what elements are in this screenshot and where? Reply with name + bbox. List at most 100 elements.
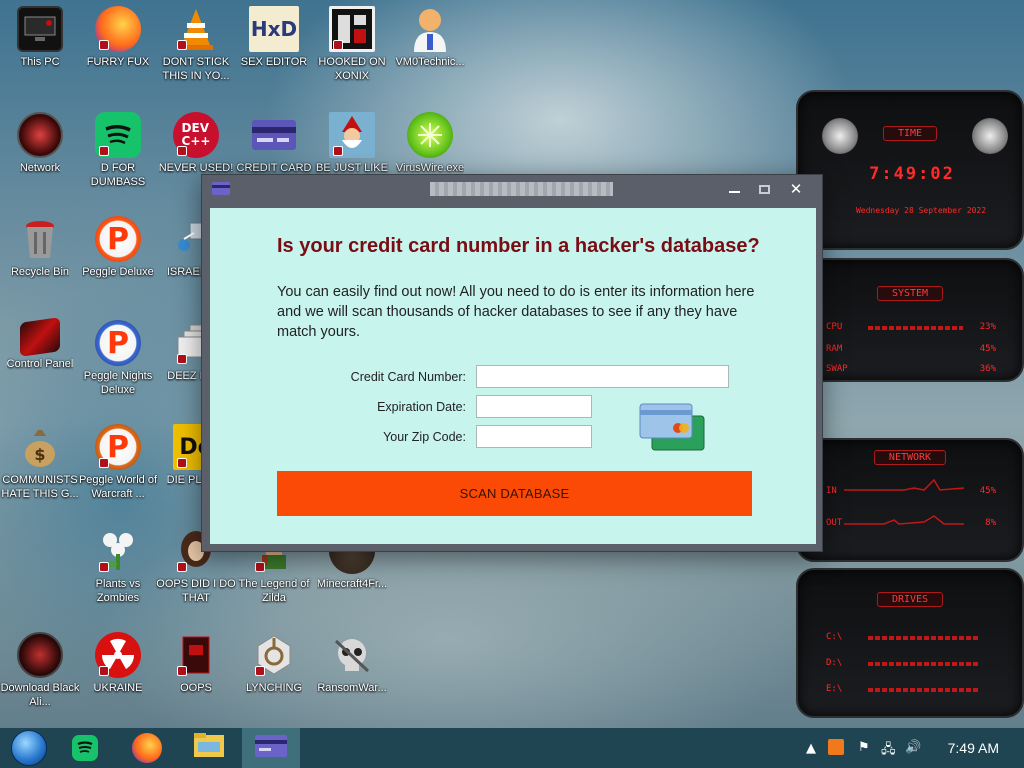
desktop-icon-label: LYNCHING — [245, 682, 303, 694]
close-button[interactable]: ✕ — [782, 179, 810, 199]
alien-orb-dark-icon — [17, 632, 63, 678]
desktop-icon-label: FURRY FUX — [86, 56, 150, 68]
hxd-icon: HxD — [249, 6, 299, 52]
network-icon[interactable]: 🖧 — [881, 740, 896, 762]
app-tray-icon[interactable] — [828, 739, 844, 755]
scan-database-button[interactable]: SCAN DATABASE — [277, 471, 752, 516]
credit-card-icon — [255, 735, 287, 761]
desktop-icon-label: This PC — [20, 56, 60, 68]
minimize-icon — [728, 191, 740, 193]
money-bag-icon: $ — [17, 424, 63, 470]
expiration-date-input[interactable] — [476, 395, 592, 418]
credit-cards-image — [638, 402, 706, 456]
dialog-content: Is your credit card number in a hacker's… — [210, 208, 816, 544]
drive-d-bar — [868, 662, 978, 666]
desktop-icon-ransomware[interactable]: RansomWar... — [312, 632, 392, 695]
alien-orb-icon — [17, 112, 63, 158]
drives-tag: DRIVES — [876, 592, 944, 607]
peggle-nights-icon: P — [95, 320, 141, 366]
desktop-icon-label: RansomWar... — [317, 682, 387, 694]
desktop-icon-oops[interactable]: OOPS — [156, 632, 236, 695]
taskbar-credit-card-checker[interactable] — [242, 728, 300, 768]
desktop-icon-lynching[interactable]: LYNCHING — [234, 632, 314, 695]
minimize-button[interactable] — [720, 179, 748, 199]
alien-left-icon — [822, 118, 858, 154]
desktop-icon-communists[interactable]: $ COMMUNISTS HATE THIS G... — [0, 424, 80, 501]
desktop-icon-label: Recycle Bin — [10, 266, 70, 278]
gnome-icon — [329, 112, 375, 158]
swap-label: SWAP — [826, 364, 848, 374]
taskbar-clock[interactable]: 7:49 AM — [948, 740, 999, 756]
skull-icon — [329, 632, 375, 678]
flag-icon[interactable]: ⚑ — [858, 740, 870, 755]
zip-code-input[interactable] — [476, 425, 592, 448]
drive-e-bar — [868, 688, 978, 692]
spotify-icon — [72, 735, 98, 761]
desktop-icon-label: Network — [19, 162, 61, 174]
net-in-value: 45% — [979, 486, 996, 496]
net-in-label: IN — [826, 486, 837, 496]
desktop-icon-label: NEVER USED! — [158, 162, 234, 174]
card-number-label: Credit Card Number: — [350, 370, 466, 384]
credit-card-icon — [212, 180, 230, 199]
spotify-icon — [95, 112, 141, 158]
desktop-icon-peggle-nights[interactable]: P Peggle Nights Deluxe — [78, 320, 158, 397]
desktop-icon-ukraine[interactable]: UKRAINE — [78, 632, 158, 695]
desktop-icon-label: Control Panel — [6, 358, 74, 370]
plant-icon — [95, 528, 141, 574]
radiation-icon — [95, 632, 141, 678]
page-title: Is your credit card number in a hacker's… — [277, 235, 760, 257]
desktop-icon-label: UKRAINE — [93, 682, 143, 694]
show-hidden-icons-icon[interactable]: ▲ — [806, 741, 816, 756]
card-number-input[interactable] — [476, 365, 729, 388]
desktop-icon-label: D FOR DUMBASS — [90, 162, 146, 188]
doctor-icon — [407, 6, 453, 52]
desktop-icon-plants-vs-zombies[interactable]: Plants vs Zombies — [78, 528, 158, 605]
noose-icon — [251, 632, 297, 678]
maximize-icon — [758, 184, 770, 194]
desktop-icon-never-used[interactable]: DEV C++ NEVER USED! — [156, 112, 236, 175]
cpu-value: 23% — [979, 322, 996, 332]
desktop-icon-peggle-deluxe[interactable]: P Peggle Deluxe — [78, 216, 158, 279]
system-panel: SYSTEM CPU 23% RAM 45% SWAP 36% — [796, 258, 1024, 382]
window-titlebar[interactable]: ✕ — [202, 175, 822, 203]
taskbar-spotify[interactable] — [56, 728, 114, 768]
desktop-icon-label: Download Black Ali... — [0, 682, 80, 708]
desktop-icon-vm0technic[interactable]: VM0Technic... — [390, 6, 470, 69]
desktop-icon-vlc[interactable]: DONT STICK THIS IN YO... — [156, 6, 236, 83]
desktop-icon-label: VM0Technic... — [395, 56, 465, 68]
desktop-icon-label: VirusWire.exe — [395, 162, 465, 174]
desktop-icon-label: SEX EDITOR — [240, 56, 308, 68]
taskbar-file-explorer[interactable] — [180, 728, 238, 768]
start-orb-icon — [11, 730, 47, 766]
desktop-icon-this-pc[interactable]: This PC — [0, 6, 80, 69]
network-panel: NETWORK IN 45% OUT 8% — [796, 438, 1024, 562]
desktop-icon-label: Plants vs Zombies — [95, 578, 141, 604]
desktop-icon-viruswire[interactable]: VirusWire.exe — [390, 112, 470, 175]
desktop-icon-furry-fux[interactable]: FURRY FUX — [78, 6, 158, 69]
system-tag: SYSTEM — [876, 286, 944, 301]
xonix-icon — [329, 6, 375, 52]
maximize-button[interactable] — [750, 179, 778, 199]
desktop-icon-label: OOPS DID I DO THAT — [156, 578, 236, 604]
desktop-icon-d-for-dumbass[interactable]: D FOR DUMBASS — [78, 112, 158, 189]
taskbar-firefox[interactable] — [118, 728, 176, 768]
desktop-icon-download-black-alien[interactable]: Download Black Ali... — [0, 632, 80, 709]
net-in-graph — [844, 478, 964, 491]
desktop-icon-label: HOOKED ON XONIX — [318, 56, 386, 82]
desktop-icon-recycle-bin[interactable]: Recycle Bin — [0, 216, 80, 279]
monitor-icon — [17, 6, 63, 52]
start-button[interactable] — [0, 728, 58, 768]
time-panel: TIME 7:49:02 Wednesday 28 September 2022 — [796, 90, 1024, 250]
time-readout: 7:49:02 — [869, 164, 955, 184]
desktop-icon-hooked-on-xonix[interactable]: HOOKED ON XONIX — [312, 6, 392, 83]
desktop-icon-control-panel[interactable]: Control Panel — [0, 317, 80, 371]
desktop-icon-network[interactable]: Network — [0, 112, 80, 175]
drive-d-label: D:\ — [826, 658, 843, 668]
firefox-icon — [95, 6, 141, 52]
volume-icon[interactable]: 🔊 — [905, 740, 921, 755]
time-tag: TIME — [882, 126, 938, 141]
desktop-icon-sex-editor[interactable]: HxD SEX EDITOR — [234, 6, 314, 69]
control-panel-icon — [20, 317, 60, 357]
desktop-icon-peggle-wow[interactable]: P Peggle World of Warcraft ... — [78, 424, 158, 501]
